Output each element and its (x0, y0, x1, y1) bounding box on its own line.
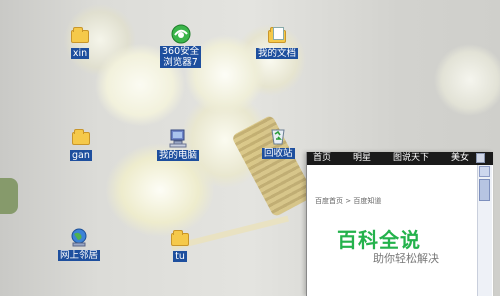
tab-stars[interactable]: 明星 (353, 152, 371, 164)
icon-label: xin (70, 48, 90, 59)
desktop-icon-my-documents[interactable]: 我的文档 (256, 26, 299, 59)
icon-label: 回收站 (262, 148, 295, 159)
vertical-scrollbar[interactable] (477, 165, 492, 296)
wallpaper-stem (0, 178, 18, 214)
breadcrumb[interactable]: 百度首页 > 百度知道 (315, 196, 381, 206)
desktop-icon-tu[interactable]: tu (170, 229, 190, 262)
icon-label: tu (173, 251, 187, 262)
icon-label: gan (70, 150, 92, 161)
tab-scroll-button[interactable] (476, 153, 485, 163)
desktop-icon-360-browser[interactable]: 360安全 浏览器7 (160, 24, 202, 68)
folder-icon (71, 128, 91, 148)
desktop-icon-recycle-bin[interactable]: 回收站 (262, 126, 295, 159)
icon-label: 我的文档 (256, 48, 299, 59)
brand-logo-text: 百科全说 (337, 228, 421, 252)
scroll-up-button[interactable] (479, 166, 490, 177)
folder-icon (170, 229, 190, 249)
desktop-icon-gan[interactable]: gan (70, 128, 92, 161)
icon-label: 网上邻居 (58, 250, 101, 261)
desktop-icon-xin[interactable]: xin (70, 26, 90, 59)
tab-beauty[interactable]: 美女 (451, 152, 469, 164)
folder-icon (70, 26, 90, 46)
computer-icon (168, 128, 188, 148)
icon-label: 我的电脑 (157, 150, 200, 161)
desktop-icon-my-computer[interactable]: 我的电脑 (157, 128, 200, 161)
tab-world[interactable]: 图说天下 (393, 152, 429, 164)
brand-slogan: 助你轻松解决 (373, 252, 439, 265)
browser-tab-bar: 首页 明星 图说天下 美女 (307, 152, 493, 165)
scroll-thumb[interactable] (479, 179, 490, 201)
documents-folder-icon (267, 26, 287, 46)
icon-label: 360安全 浏览器7 (160, 46, 202, 68)
network-globe-icon (69, 228, 89, 248)
360-browser-icon (171, 24, 191, 44)
recycle-bin-icon (268, 126, 288, 146)
desktop-icon-network[interactable]: 网上邻居 (58, 228, 101, 261)
browser-window[interactable]: 首页 明星 图说天下 美女 百度首页 > 百度知道 百科全说 助你轻松解决 (306, 152, 493, 296)
desktop-wallpaper: xin 360安全 浏览器7 我的文档 gan 我的电脑 回收站 网上邻居 tu… (0, 0, 500, 296)
tab-home[interactable]: 首页 (313, 152, 331, 164)
